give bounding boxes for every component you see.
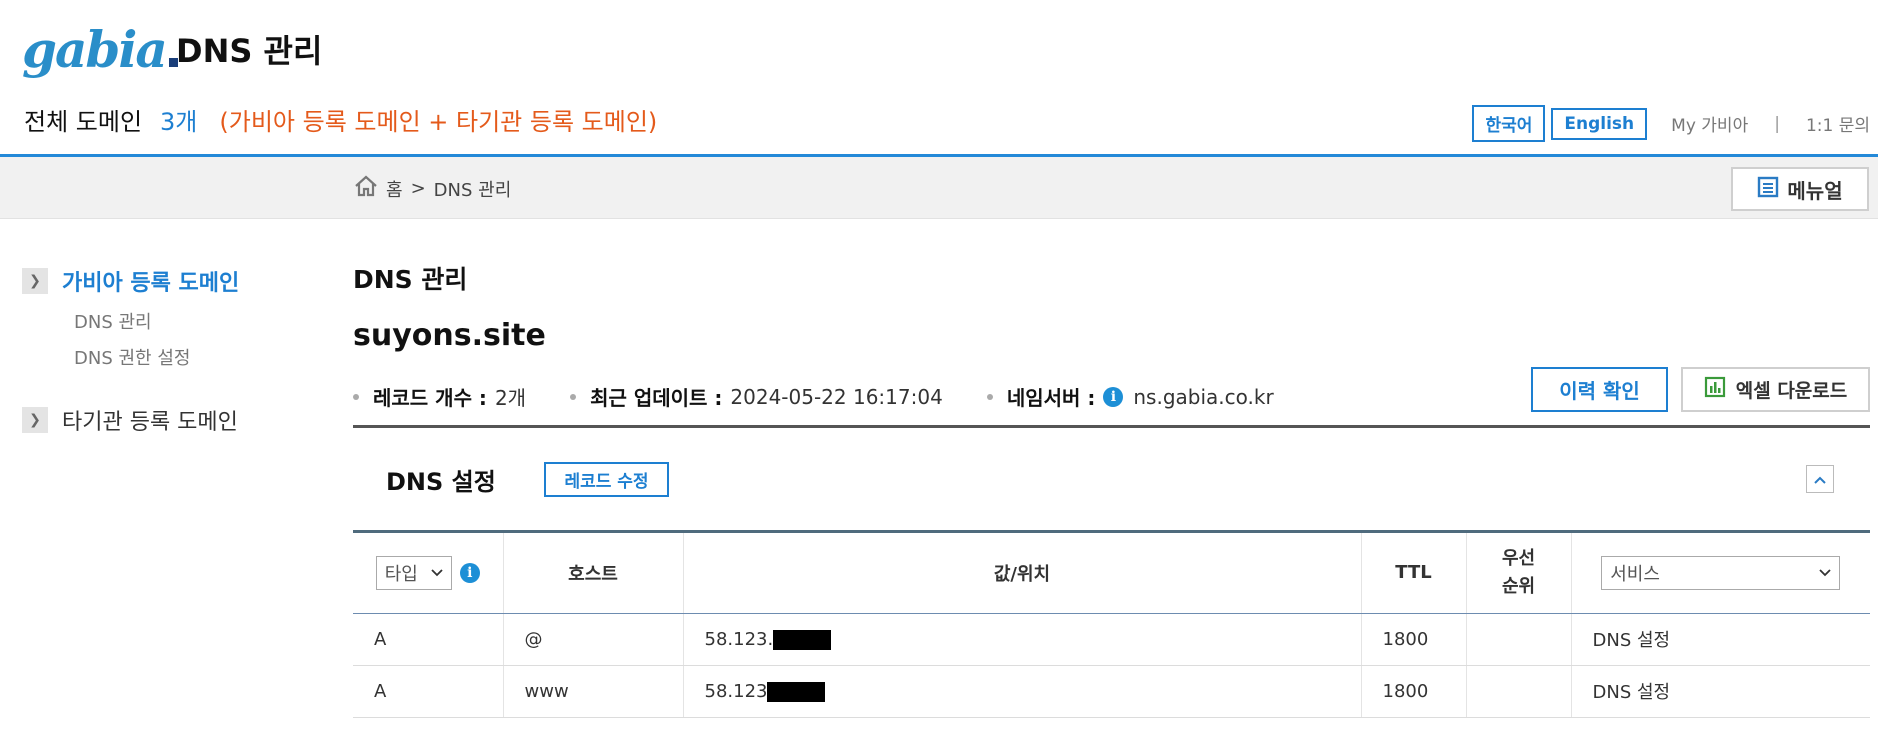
info-icon[interactable]: i — [459, 562, 480, 583]
record-service: DNS 설정 — [1571, 665, 1870, 718]
inquiry-link[interactable]: 1:1 문의 — [1806, 111, 1870, 136]
nameserver-info: 네임서버 : i ns.gabia.co.kr — [986, 382, 1274, 411]
excel-download-button[interactable]: 엑셀 다운로드 — [1681, 367, 1870, 412]
chevron-right-icon: ❯ — [22, 268, 48, 294]
last-update-label: 최근 업데이트 : — [590, 386, 723, 410]
ttl-header: TTL — [1361, 533, 1467, 614]
manual-label: 메뉴얼 — [1787, 178, 1843, 203]
record-count-info: 레코드 개수 : 2개 — [353, 382, 526, 411]
domain-name: suyons.site — [353, 318, 546, 353]
record-ttl: 1800 — [1361, 665, 1467, 718]
priority-header-line1: 우선 — [1501, 547, 1536, 569]
type-filter-select[interactable]: 타입 — [375, 555, 452, 590]
domain-summary: 전체 도메인 3개 (가비아 등록 도메인 + 타기관 등록 도메인) — [24, 102, 657, 137]
priority-header: 우선 순위 — [1466, 533, 1572, 614]
sidebar-item-other-domains[interactable]: ❯ 타기관 등록 도메인 — [22, 404, 238, 436]
record-host: www — [503, 665, 684, 718]
type-filter-value: 타입 — [384, 563, 418, 585]
type-header: 타입 i — [353, 533, 504, 614]
sidebar-subitem-dns-permission[interactable]: DNS 권한 설정 — [74, 344, 190, 370]
nameserver-label: 네임서버 : — [1006, 386, 1096, 410]
breadcrumb-bar: 홈 > DNS 관리 메뉴얼 — [0, 157, 1878, 219]
chevron-up-icon — [1813, 470, 1827, 489]
last-update-info: 최근 업데이트 : 2024-05-22 16:17:04 — [570, 382, 943, 411]
record-value-cell: 58.123 — [683, 665, 1362, 718]
home-icon[interactable] — [354, 175, 378, 202]
dns-settings-title: DNS 설정 — [386, 468, 496, 496]
bullet — [986, 393, 993, 400]
record-host: @ — [503, 613, 684, 666]
nameserver-value: ns.gabia.co.kr — [1133, 384, 1274, 409]
top-links: 한국어 English My 가비아 | 1:1 문의 — [1472, 105, 1870, 142]
breadcrumb-home[interactable]: 홈 — [386, 176, 403, 202]
app-title: DNS 관리 — [176, 32, 323, 70]
document-icon — [1757, 176, 1779, 203]
edit-records-button[interactable]: 레코드 수정 — [544, 462, 669, 497]
breadcrumb-current: DNS 관리 — [433, 179, 512, 201]
info-icon[interactable]: i — [1103, 386, 1124, 407]
bullet — [570, 393, 577, 400]
bullet — [353, 393, 359, 400]
value-header: 값/위치 — [683, 533, 1362, 614]
service-header: 서비스 — [1571, 533, 1870, 614]
chevron-down-icon — [1819, 569, 1831, 577]
domain-note: (가비아 등록 도메인 + 타기관 등록 도메인) — [219, 108, 658, 136]
record-count-value: 2개 — [494, 386, 527, 410]
breadcrumb: 홈 > DNS 관리 — [354, 175, 511, 202]
collapse-button[interactable] — [1806, 465, 1834, 493]
my-gabia-link[interactable]: My 가비아 — [1671, 111, 1748, 136]
sidebar-item-label: 가비아 등록 도메인 — [62, 271, 240, 296]
record-value: 58.123 — [704, 680, 768, 702]
breadcrumb-arrow: > — [410, 178, 426, 199]
chevron-down-icon — [431, 569, 443, 577]
redaction-block — [767, 681, 826, 702]
lang-korean-button[interactable]: 한국어 — [1472, 105, 1546, 142]
service-filter-value: 서비스 — [1610, 563, 1660, 585]
table-row: A @ 58.123. 1800 DNS 설정 — [353, 613, 1870, 666]
redaction-block — [773, 629, 832, 650]
spreadsheet-icon — [1704, 376, 1726, 403]
record-value: 58.123. — [704, 628, 774, 650]
record-priority — [1466, 665, 1572, 718]
domain-count: 3개 — [160, 108, 198, 136]
chevron-right-icon: ❯ — [22, 407, 48, 433]
section-divider — [353, 425, 1870, 428]
dns-records-table: 타입 i 호스트 값/위치 TTL 우선 순위 서비스 A @ 58.123. … — [353, 533, 1870, 718]
domain-summary-label: 전체 도메인 — [24, 108, 143, 136]
service-filter-select[interactable]: 서비스 — [1601, 555, 1841, 590]
record-type: A — [353, 613, 504, 666]
record-ttl: 1800 — [1361, 613, 1467, 666]
record-count-label: 레코드 개수 : — [373, 386, 487, 410]
history-button[interactable]: 이력 확인 — [1531, 367, 1668, 412]
sidebar-item-gabia-domains[interactable]: ❯ 가비아 등록 도메인 — [22, 265, 239, 297]
gabia-logo[interactable]: gabia — [22, 22, 178, 78]
domain-info-row: 레코드 개수 : 2개 최근 업데이트 : 2024-05-22 16:17:0… — [353, 382, 1318, 411]
table-row: A www 58.123 1800 DNS 설정 — [353, 665, 1870, 718]
page-title: DNS 관리 — [353, 265, 468, 294]
logo-text: gabia — [22, 20, 168, 79]
last-update-value: 2024-05-22 16:17:04 — [730, 384, 943, 409]
record-type: A — [353, 665, 504, 718]
excel-download-label: 엑셀 다운로드 — [1735, 380, 1848, 402]
sidebar-subitem-dns-manage[interactable]: DNS 관리 — [74, 308, 152, 334]
lang-english-button[interactable]: English — [1551, 107, 1648, 140]
top-links-separator: | — [1774, 113, 1780, 134]
record-priority — [1466, 613, 1572, 666]
record-service: DNS 설정 — [1571, 613, 1870, 666]
priority-header-line2: 순위 — [1501, 575, 1536, 597]
manual-button[interactable]: 메뉴얼 — [1731, 167, 1869, 211]
host-header: 호스트 — [503, 533, 684, 614]
record-value-cell: 58.123. — [683, 613, 1362, 666]
sidebar-item-label: 타기관 등록 도메인 — [62, 410, 238, 435]
table-header-row: 타입 i 호스트 값/위치 TTL 우선 순위 서비스 — [353, 533, 1870, 614]
